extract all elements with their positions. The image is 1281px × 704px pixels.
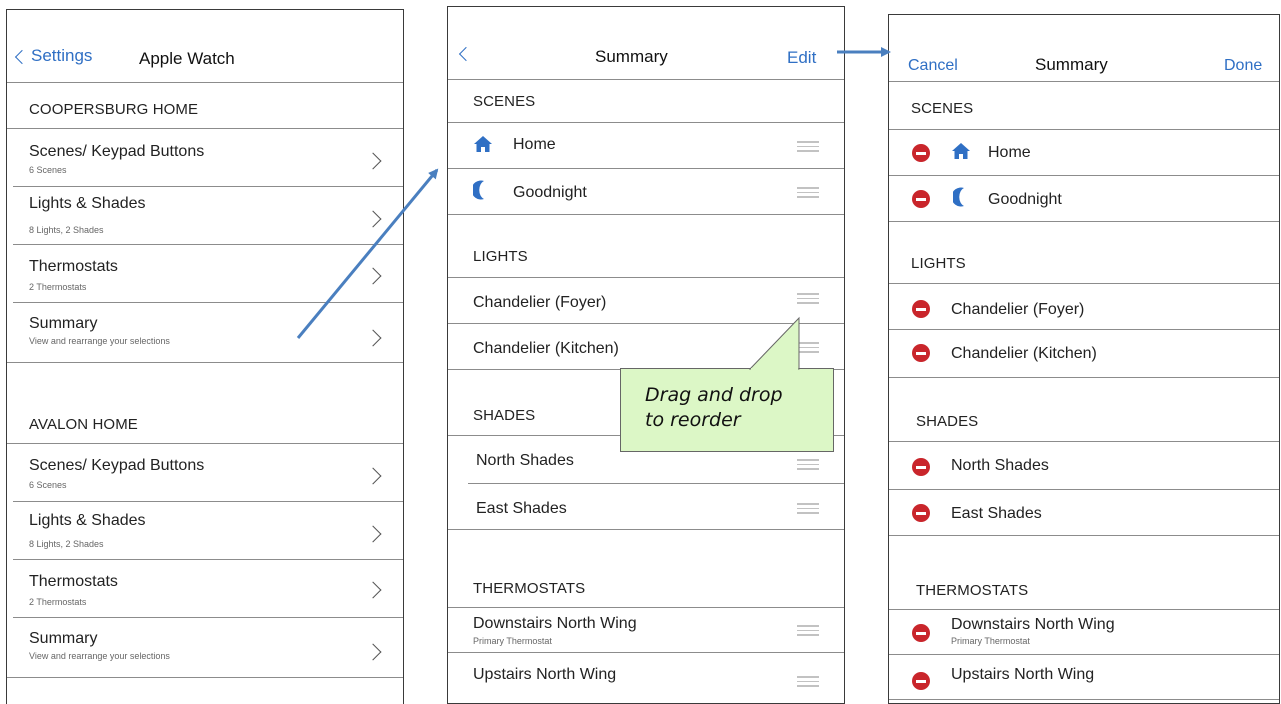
- flow-arrows: [296, 47, 891, 339]
- arrow-summary-to-screen2: [296, 168, 439, 339]
